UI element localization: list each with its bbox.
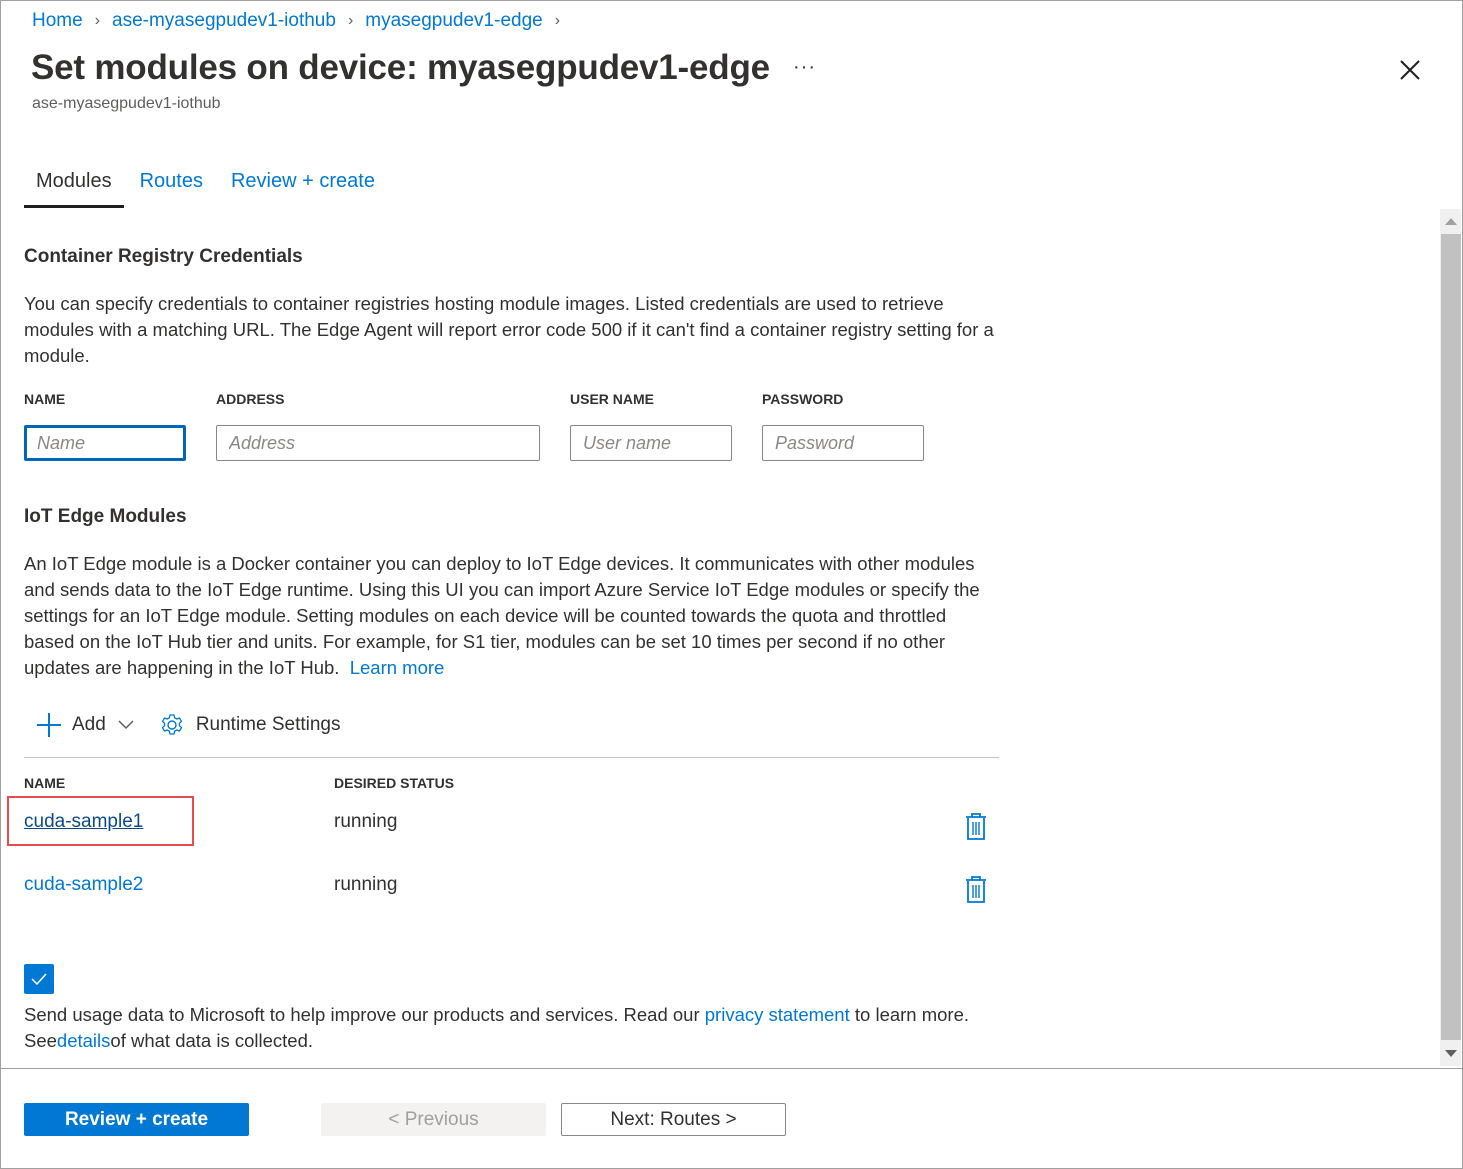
modules-description: An IoT Edge module is a Docker container… [24, 551, 999, 681]
column-header-desired-status: DESIRED STATUS [334, 775, 455, 791]
tab-modules[interactable]: Modules [24, 166, 124, 208]
column-header-name: NAME [24, 775, 66, 791]
module-status: running [334, 811, 398, 832]
breadcrumb-device[interactable]: myasegpudev1-edge [365, 10, 542, 32]
modules-toolbar: Add Runtime Settings [24, 712, 341, 738]
consent-text: Send usage data to Microsoft to help imp… [24, 1002, 999, 1054]
registry-name-input[interactable] [24, 425, 186, 461]
scroll-down-arrow-icon[interactable] [1440, 1042, 1461, 1066]
consent-text-before: Send usage data to Microsoft to help imp… [24, 1004, 705, 1025]
trash-icon[interactable] [963, 875, 989, 905]
chevron-down-icon [118, 720, 134, 730]
close-icon[interactable] [1396, 56, 1424, 84]
address-label: ADDRESS [216, 391, 285, 407]
registry-username-input[interactable] [570, 425, 732, 461]
add-label: Add [72, 714, 106, 735]
details-link[interactable]: details [57, 1030, 110, 1051]
scroll-up-arrow-icon[interactable] [1440, 209, 1461, 233]
breadcrumb-iothub[interactable]: ase-myasegpudev1-iothub [112, 10, 336, 32]
name-label: NAME [24, 391, 66, 407]
breadcrumb: Home › ase-myasegpudev1-iothub › myasegp… [32, 10, 572, 32]
plus-icon [36, 712, 62, 738]
footer-divider [0, 1068, 1463, 1069]
module-link-cuda-sample2[interactable]: cuda-sample2 [24, 874, 143, 896]
runtime-settings-button[interactable]: Runtime Settings [160, 713, 341, 737]
usage-data-checkbox[interactable] [24, 964, 54, 994]
username-label: USER NAME [570, 391, 655, 407]
modules-description-text: An IoT Edge module is a Docker container… [24, 553, 980, 678]
scrollbar-thumb[interactable] [1441, 234, 1461, 1040]
chevron-right-icon: › [94, 12, 101, 29]
review-create-button[interactable]: Review + create [24, 1103, 249, 1136]
more-options-icon[interactable]: ··· [793, 56, 816, 79]
learn-more-link[interactable]: Learn more [350, 657, 445, 678]
registry-address-input[interactable] [216, 425, 540, 461]
registry-heading: Container Registry Credentials [24, 246, 303, 267]
trash-icon[interactable] [963, 812, 989, 842]
tab-routes[interactable]: Routes [128, 166, 215, 208]
consent-text-after: of what data is collected. [110, 1030, 313, 1051]
vertical-scrollbar[interactable] [1440, 209, 1461, 1066]
gear-icon [160, 713, 184, 737]
module-status: running [334, 874, 398, 895]
modules-heading: IoT Edge Modules [24, 506, 187, 527]
breadcrumb-home[interactable]: Home [32, 10, 83, 32]
registry-description: You can specify credentials to container… [24, 293, 994, 366]
page-title: Set modules on device: myasegpudev1-edge [31, 48, 770, 87]
registry-password-input[interactable] [762, 425, 924, 461]
module-link-cuda-sample1[interactable]: cuda-sample1 [24, 811, 143, 833]
tab-review-create[interactable]: Review + create [219, 166, 387, 208]
checkmark-icon [31, 973, 47, 985]
privacy-statement-link[interactable]: privacy statement [705, 1004, 850, 1025]
add-module-button[interactable]: Add [24, 712, 134, 738]
page-subtitle: ase-myasegpudev1-iothub [32, 95, 221, 112]
previous-button[interactable]: < Previous [321, 1103, 546, 1136]
runtime-settings-label: Runtime Settings [195, 714, 341, 735]
toolbar-divider [24, 757, 999, 758]
chevron-right-icon: › [347, 12, 354, 29]
chevron-right-icon: › [554, 12, 561, 29]
next-routes-button[interactable]: Next: Routes > [561, 1103, 786, 1136]
tab-list: Modules Routes Review + create [24, 166, 391, 208]
password-label: PASSWORD [762, 391, 844, 407]
